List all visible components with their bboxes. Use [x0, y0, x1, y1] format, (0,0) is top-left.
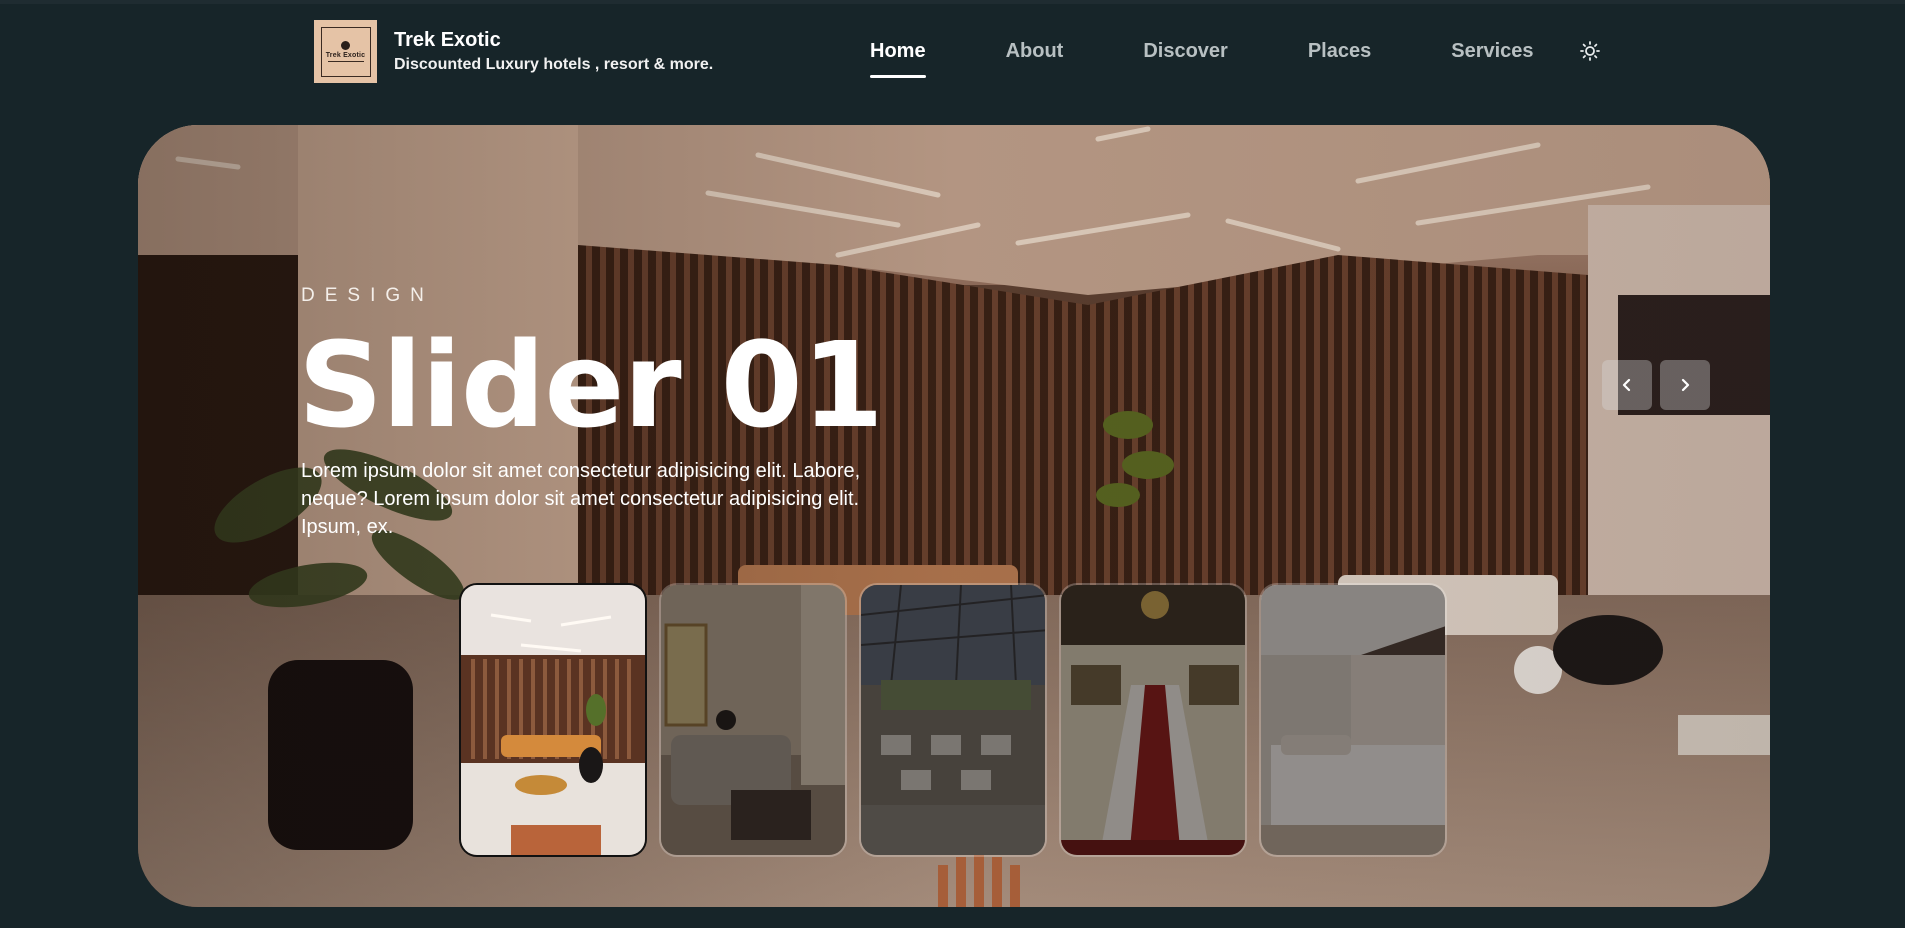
slider-controls	[1602, 360, 1710, 410]
logo-mark-icon	[341, 41, 350, 50]
thumbnail-strip	[459, 583, 1447, 857]
hero-description: Lorem ipsum dolor sit amet consectetur a…	[301, 460, 861, 538]
nav-places[interactable]: Places	[1308, 38, 1371, 64]
logo-frame: Trek Exotic	[320, 26, 371, 77]
thumbnail-classic-living-room[interactable]	[659, 583, 847, 857]
nav-services[interactable]: Services	[1451, 38, 1533, 64]
top-border	[0, 0, 1905, 4]
next-slide-button[interactable]	[1660, 360, 1710, 410]
brand-title: Trek Exotic	[394, 29, 501, 51]
nav-home[interactable]: Home	[870, 38, 926, 78]
logo-text: Trek Exotic	[325, 52, 366, 59]
logo-rule	[327, 61, 364, 62]
hero-title: Slider 01	[298, 316, 884, 454]
hero-slider: DESIGN Slider 01 Lorem ipsum dolor sit a…	[138, 125, 1770, 907]
thumbnail-hotel-bedroom[interactable]	[1259, 583, 1447, 857]
hero-kicker: DESIGN	[301, 285, 434, 306]
brand-text: Trek Exotic Discounted Luxury hotels , r…	[394, 27, 713, 76]
prev-slide-button[interactable]	[1602, 360, 1652, 410]
brand[interactable]: Trek Exotic Trek Exotic Discounted Luxur…	[314, 20, 713, 83]
brand-subtitle: Discounted Luxury hotels , resort & more…	[394, 56, 714, 73]
thumbnail-glass-dining-hall[interactable]	[859, 583, 1047, 857]
nav-discover[interactable]: Discover	[1143, 38, 1228, 64]
chevron-right-icon	[1681, 378, 1690, 392]
main-nav: Home About Discover Places Services	[870, 38, 1601, 78]
nav-about[interactable]: About	[1006, 38, 1064, 64]
chevron-left-icon	[1622, 378, 1631, 392]
thumbnail-grand-staircase[interactable]	[1059, 583, 1247, 857]
sun-icon[interactable]	[1579, 40, 1601, 62]
logo[interactable]: Trek Exotic	[314, 20, 377, 83]
thumbnail-lobby-lounge[interactable]	[459, 583, 647, 857]
